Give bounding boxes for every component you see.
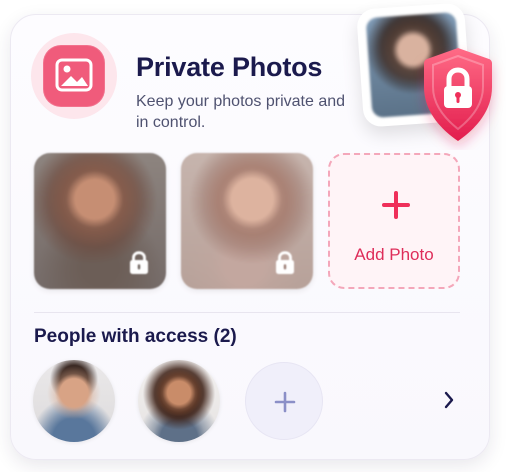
- shield-lock-icon: [410, 42, 506, 150]
- add-photo-button[interactable]: Add Photo: [328, 153, 460, 289]
- page-subtitle: Keep your photos private and in control.: [136, 93, 346, 131]
- lock-icon: [272, 251, 298, 275]
- section-divider: [34, 312, 460, 313]
- private-photos-screen: Private Photos Keep your photos private …: [0, 0, 508, 472]
- plus-icon: [381, 190, 411, 220]
- plus-icon: [274, 391, 296, 413]
- lock-icon: [126, 251, 152, 275]
- private-photo-2[interactable]: [181, 153, 313, 289]
- avatar-person-1[interactable]: [33, 360, 115, 442]
- image-icon: [43, 45, 105, 107]
- header-image-icon-wrap: [31, 33, 117, 119]
- private-photo-1[interactable]: [34, 153, 166, 289]
- people-with-access-title: People with access (2): [34, 326, 237, 347]
- add-person-button[interactable]: [245, 362, 323, 440]
- chevron-right-icon[interactable]: [439, 390, 459, 410]
- page-title: Private Photos: [136, 52, 323, 82]
- add-photo-label: Add Photo: [354, 245, 434, 264]
- avatar-person-2[interactable]: [138, 360, 220, 442]
